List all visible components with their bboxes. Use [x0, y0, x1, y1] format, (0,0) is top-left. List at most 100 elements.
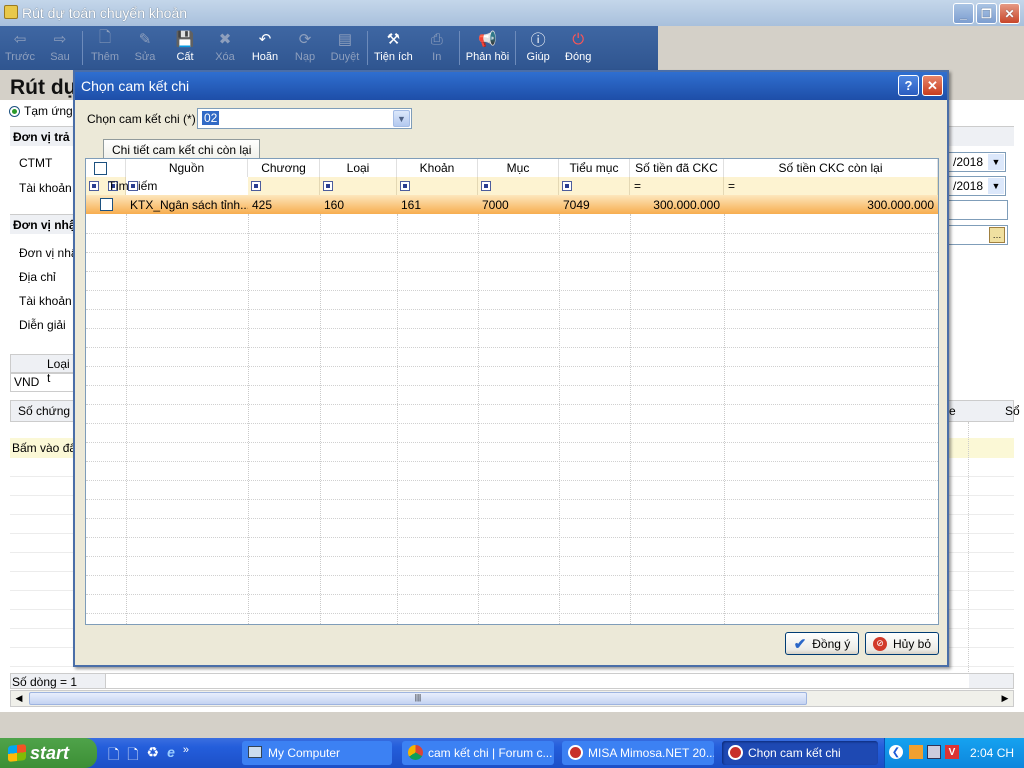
windows-logo-icon: [8, 744, 26, 762]
start-button[interactable]: start: [0, 738, 97, 768]
volume-icon[interactable]: V: [945, 745, 959, 759]
toolbar-utilities-button[interactable]: ⚒ Tiện ích: [370, 26, 417, 70]
date-field-1[interactable]: /2018 ▼: [948, 152, 1006, 172]
task-misa-mimosa[interactable]: MISA Mimosa.NET 20...: [562, 741, 714, 765]
tab-remaining-commitment[interactable]: Chi tiết cam kết chi còn lại: [103, 139, 261, 159]
cell-khoan[interactable]: 161: [397, 195, 478, 214]
select-all-header: [86, 159, 126, 177]
filter-cell[interactable]: =: [724, 177, 938, 195]
equals-operator[interactable]: =: [634, 179, 641, 193]
commitment-grid: Nguồn Chương Loại Khoản Mục Tiểu mục Số …: [85, 158, 939, 625]
cell-chuong[interactable]: 425: [248, 195, 320, 214]
filter-search-cell[interactable]: Tìm kiếm: [106, 177, 248, 195]
cancel-button[interactable]: ⊘ Hủy bỏ: [865, 632, 939, 655]
date-field-2[interactable]: /2018 ▼: [948, 176, 1006, 196]
chevron-down-icon[interactable]: ▼: [988, 178, 1004, 194]
ok-button[interactable]: ✔ Đồng ý: [785, 632, 859, 655]
scroll-left-arrow[interactable]: ◀: [11, 691, 27, 706]
select-all-checkbox[interactable]: [94, 161, 107, 175]
task-chrome-forum[interactable]: cam kết chi | Forum c...: [402, 741, 554, 765]
column-header[interactable]: Chương: [248, 159, 320, 177]
filter-operator-icon[interactable]: [400, 181, 410, 191]
task-select-commitment[interactable]: Chọn cam kết chi: [722, 741, 878, 765]
scroll-right-arrow[interactable]: ▶: [997, 691, 1013, 706]
filter-operator-icon[interactable]: [481, 181, 491, 191]
tray-app-icon[interactable]: [909, 745, 923, 759]
filter-cell[interactable]: =: [630, 177, 724, 195]
task-my-computer[interactable]: My Computer: [242, 741, 392, 765]
filter-operator-icon[interactable]: [562, 181, 572, 191]
toolbar-back-button[interactable]: ⇦ Trước: [0, 26, 40, 70]
tray-expand-icon[interactable]: ❮: [889, 745, 903, 759]
advance-radio[interactable]: Tạm ứng d: [9, 104, 83, 118]
toolbar-feedback-button[interactable]: 📢 Phản hồi: [462, 26, 513, 70]
toolbar-print-button[interactable]: ⎙ In: [417, 26, 457, 70]
save-icon: 💾: [175, 31, 195, 48]
toolbar-edit-button[interactable]: ✎ Sửa: [125, 26, 165, 70]
grid-column-line: [968, 422, 969, 672]
dialog-close-button[interactable]: ✕: [922, 75, 943, 96]
toolbar-approve-button[interactable]: ▤ Duyệt: [325, 26, 365, 70]
chevron-more-icon[interactable]: »: [183, 744, 189, 768]
row-checkbox[interactable]: [100, 198, 113, 211]
column-header[interactable]: Khoản: [397, 159, 478, 177]
grid-row-line: [86, 404, 938, 405]
filter-operator-icon[interactable]: [323, 181, 333, 191]
click-here-text[interactable]: Bấm vào đây: [12, 441, 82, 455]
toolbar-close-button[interactable]: ⏻ Đóng: [558, 26, 598, 70]
filter-cell[interactable]: [248, 177, 320, 195]
column-header[interactable]: Nguồn: [126, 159, 248, 177]
column-header[interactable]: Tiểu mục: [559, 159, 630, 177]
toolbar-next-button[interactable]: ⇨ Sau: [40, 26, 80, 70]
cell-nguon[interactable]: KTX_Ngân sách tỉnh...: [126, 195, 248, 214]
row-select-cell[interactable]: [86, 195, 126, 214]
filter-operator-icon[interactable]: [128, 181, 138, 191]
payer-section-title: Đơn vị trả ti: [13, 130, 81, 144]
column-header[interactable]: Loại: [320, 159, 397, 177]
lookup-field[interactable]: …: [948, 225, 1008, 245]
toolbar-reload-button[interactable]: ⟳ Nạp: [285, 26, 325, 70]
column-header[interactable]: Số tiền đã CKC: [630, 159, 724, 177]
recycle-icon[interactable]: ♻: [147, 744, 160, 768]
cell-con-lai[interactable]: 300.000.000: [724, 195, 938, 214]
cell-da-ckc[interactable]: 300.000.000: [630, 195, 724, 214]
toolbar-save-button[interactable]: 💾 Cất: [165, 26, 205, 70]
toolbar-help-button[interactable]: ⓘ Giúp: [518, 26, 558, 70]
cell-muc[interactable]: 7000: [478, 195, 559, 214]
filter-operator-icon[interactable]: [251, 181, 261, 191]
document-icon[interactable]: 🗋: [127, 744, 138, 768]
grid-row-line: [86, 366, 938, 367]
toolbar-undo-button[interactable]: ↶ Hoãn: [245, 26, 285, 70]
column-header[interactable]: Mục: [478, 159, 559, 177]
filter-cell[interactable]: [559, 177, 630, 195]
scrollbar-thumb[interactable]: |||: [29, 692, 807, 705]
cell-loai[interactable]: 160: [320, 195, 397, 214]
close-button[interactable]: ✕: [999, 3, 1020, 24]
select-commitment-dialog: Chọn cam kết chi ? ✕ Chọn cam kết chi (*…: [73, 70, 949, 667]
filter-operator-icon[interactable]: [89, 181, 99, 191]
filter-cell[interactable]: [478, 177, 559, 195]
minimize-button[interactable]: _: [953, 3, 974, 24]
currency-value[interactable]: VND: [10, 373, 74, 392]
commitment-select[interactable]: 02 ▼: [197, 108, 412, 129]
ie-icon[interactable]: e: [167, 744, 175, 768]
horizontal-scrollbar[interactable]: ◀ ||| ▶: [10, 690, 1014, 707]
document-icon[interactable]: 🗋: [108, 744, 119, 768]
chevron-down-icon[interactable]: ▼: [393, 110, 410, 127]
filter-cell[interactable]: [397, 177, 478, 195]
equals-operator[interactable]: =: [728, 179, 735, 193]
restore-button[interactable]: ❐: [976, 3, 997, 24]
toolbar-add-button[interactable]: 🗋 Thêm: [85, 26, 125, 70]
right-column-header: Sổ: [1005, 404, 1020, 418]
clock[interactable]: 2:04 CH: [970, 746, 1014, 760]
cell-tieu-muc[interactable]: 7049: [559, 195, 630, 214]
filter-cell[interactable]: [320, 177, 397, 195]
ellipsis-button[interactable]: …: [989, 227, 1005, 243]
chevron-down-icon[interactable]: ▼: [988, 154, 1004, 170]
network-icon[interactable]: [927, 745, 941, 759]
text-field[interactable]: [948, 200, 1008, 220]
column-header[interactable]: Số tiền CKC còn lại: [724, 159, 938, 177]
dialog-help-button[interactable]: ?: [898, 75, 919, 96]
toolbar: ⇦ Trước ⇨ Sau 🗋 Thêm ✎ Sửa 💾 Cất ✖ Xóa ↶ Hoãn ⟳…: [0, 26, 658, 70]
toolbar-delete-button[interactable]: ✖ Xóa: [205, 26, 245, 70]
